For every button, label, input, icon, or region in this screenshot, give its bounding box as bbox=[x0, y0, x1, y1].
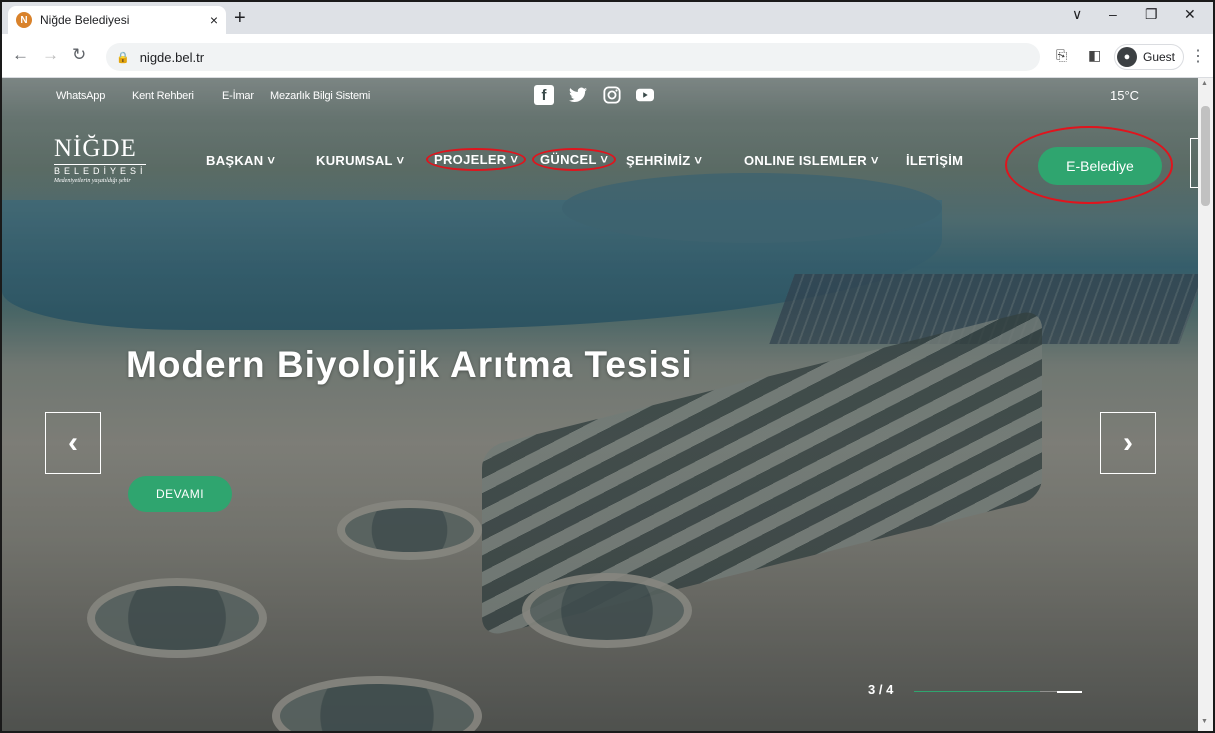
browser-tab[interactable]: N Niğde Belediyesi × bbox=[8, 6, 226, 34]
logo-tagline: Medeniyetlerin yaşatıldığı şehir bbox=[54, 178, 131, 184]
close-tab-icon[interactable]: × bbox=[210, 12, 218, 28]
facebook-icon[interactable]: f bbox=[534, 85, 554, 105]
e-belediye-button[interactable]: E-Belediye bbox=[1038, 147, 1162, 185]
url-text: nigde.bel.tr bbox=[139, 49, 205, 65]
logo-subtitle: BELEDİYESİ bbox=[54, 164, 147, 176]
menu-icon[interactable]: ⋮ bbox=[1190, 46, 1206, 66]
mezarlik-link[interactable]: Mezarlık Bilgi Sistemi bbox=[270, 90, 370, 102]
new-tab-button[interactable]: + bbox=[234, 7, 246, 29]
tab-search-icon[interactable]: ∨ bbox=[1072, 6, 1082, 23]
browser-toolbar: ← → ↻ 🔒 nigde.bel.tr ⎘ ◧ ● Guest ⋮ bbox=[2, 34, 1213, 78]
side-panel-edge[interactable] bbox=[1190, 138, 1198, 188]
slide-progress-marker bbox=[1057, 691, 1082, 693]
next-slide-button[interactable]: › bbox=[1100, 412, 1156, 474]
scroll-thumb[interactable] bbox=[1201, 106, 1210, 206]
hero-title: Modern Biyolojik Arıtma Tesisi bbox=[126, 344, 693, 385]
lock-icon[interactable]: 🔒 bbox=[116, 51, 130, 64]
restore-icon[interactable]: ❐ bbox=[1145, 6, 1158, 23]
back-icon[interactable]: ← bbox=[12, 46, 29, 64]
avatar-icon: ● bbox=[1117, 47, 1137, 67]
twitter-icon[interactable] bbox=[568, 85, 588, 105]
profile-button[interactable]: ● Guest bbox=[1114, 44, 1185, 70]
forward-icon[interactable]: → bbox=[42, 46, 59, 64]
tab-title: Niğde Belediyesi bbox=[40, 13, 130, 27]
municipality-logo[interactable]: NİĞDE BELEDİYESİ Medeniyetlerin yaşatıld… bbox=[54, 136, 164, 184]
menu-sehrimiz[interactable]: ŞEHRİMİZ ˅ bbox=[626, 153, 702, 168]
menu-guncel[interactable]: GÜNCEL ˅ bbox=[532, 148, 617, 171]
menu-iletisim[interactable]: İLETİŞİM bbox=[906, 153, 963, 168]
temperature-readout: 15°C bbox=[1110, 88, 1140, 103]
whatsapp-link[interactable]: WhatsApp bbox=[56, 90, 105, 102]
scroll-up-icon[interactable]: ▲ bbox=[1201, 80, 1208, 87]
prev-slide-button[interactable]: ‹ bbox=[45, 412, 101, 474]
website-viewport: WhatsApp Kent Rehberi E-İmar Mezarlık Bi… bbox=[2, 78, 1198, 731]
close-window-icon[interactable]: ✕ bbox=[1184, 6, 1196, 23]
slide-counter: 3 / 4 bbox=[868, 682, 894, 697]
menu-baskan[interactable]: BAŞKAN ˅ bbox=[206, 153, 275, 168]
menu-projeler[interactable]: PROJELER ˅ bbox=[426, 148, 527, 171]
logo-wordmark: NİĞDE bbox=[54, 135, 137, 162]
instagram-icon[interactable] bbox=[602, 85, 622, 105]
menu-kurumsal[interactable]: KURUMSAL ˅ bbox=[316, 153, 404, 168]
tab-strip: N Niğde Belediyesi × + ∨ – ❐ ✕ bbox=[2, 2, 1213, 34]
slide-progress-fill bbox=[914, 691, 1040, 692]
youtube-icon[interactable] bbox=[635, 85, 655, 105]
profile-label: Guest bbox=[1143, 50, 1176, 64]
reload-icon[interactable]: ↻ bbox=[72, 46, 86, 64]
address-bar[interactable]: 🔒 nigde.bel.tr bbox=[106, 43, 1040, 71]
read-more-button[interactable]: DEVAMI bbox=[128, 476, 232, 512]
site-favicon-icon: N bbox=[16, 12, 32, 28]
kent-rehberi-link[interactable]: Kent Rehberi bbox=[132, 90, 194, 102]
e-imar-link[interactable]: E-İmar bbox=[222, 90, 254, 102]
scroll-down-icon[interactable]: ▼ bbox=[1201, 718, 1208, 725]
translate-icon[interactable]: ⎘ bbox=[1056, 47, 1067, 64]
minimize-icon[interactable]: – bbox=[1109, 6, 1117, 22]
side-panel-icon[interactable]: ◧ bbox=[1088, 47, 1101, 64]
page-scrollbar[interactable]: ▲ ▼ bbox=[1198, 78, 1213, 731]
menu-online-islemler[interactable]: ONLINE ISLEMLER ˅ bbox=[744, 153, 879, 168]
